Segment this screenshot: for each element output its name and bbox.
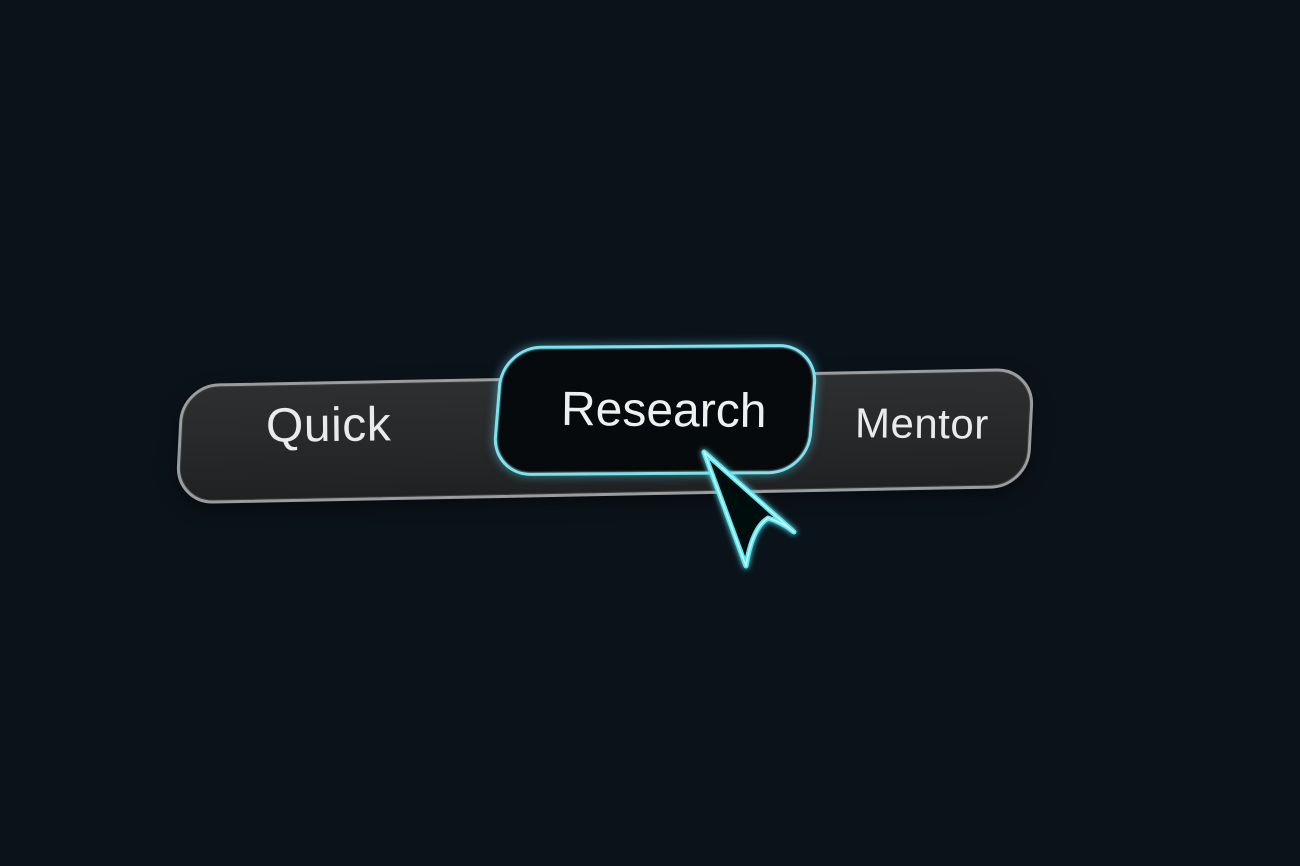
segment-mentor[interactable]: Mentor [855, 399, 989, 448]
canvas: Quick Mentor Research [0, 0, 1300, 866]
arrow-pointer-icon [701, 449, 797, 569]
segment-research-label[interactable]: Research [561, 382, 767, 439]
segment-quick[interactable]: Quick [266, 397, 392, 453]
